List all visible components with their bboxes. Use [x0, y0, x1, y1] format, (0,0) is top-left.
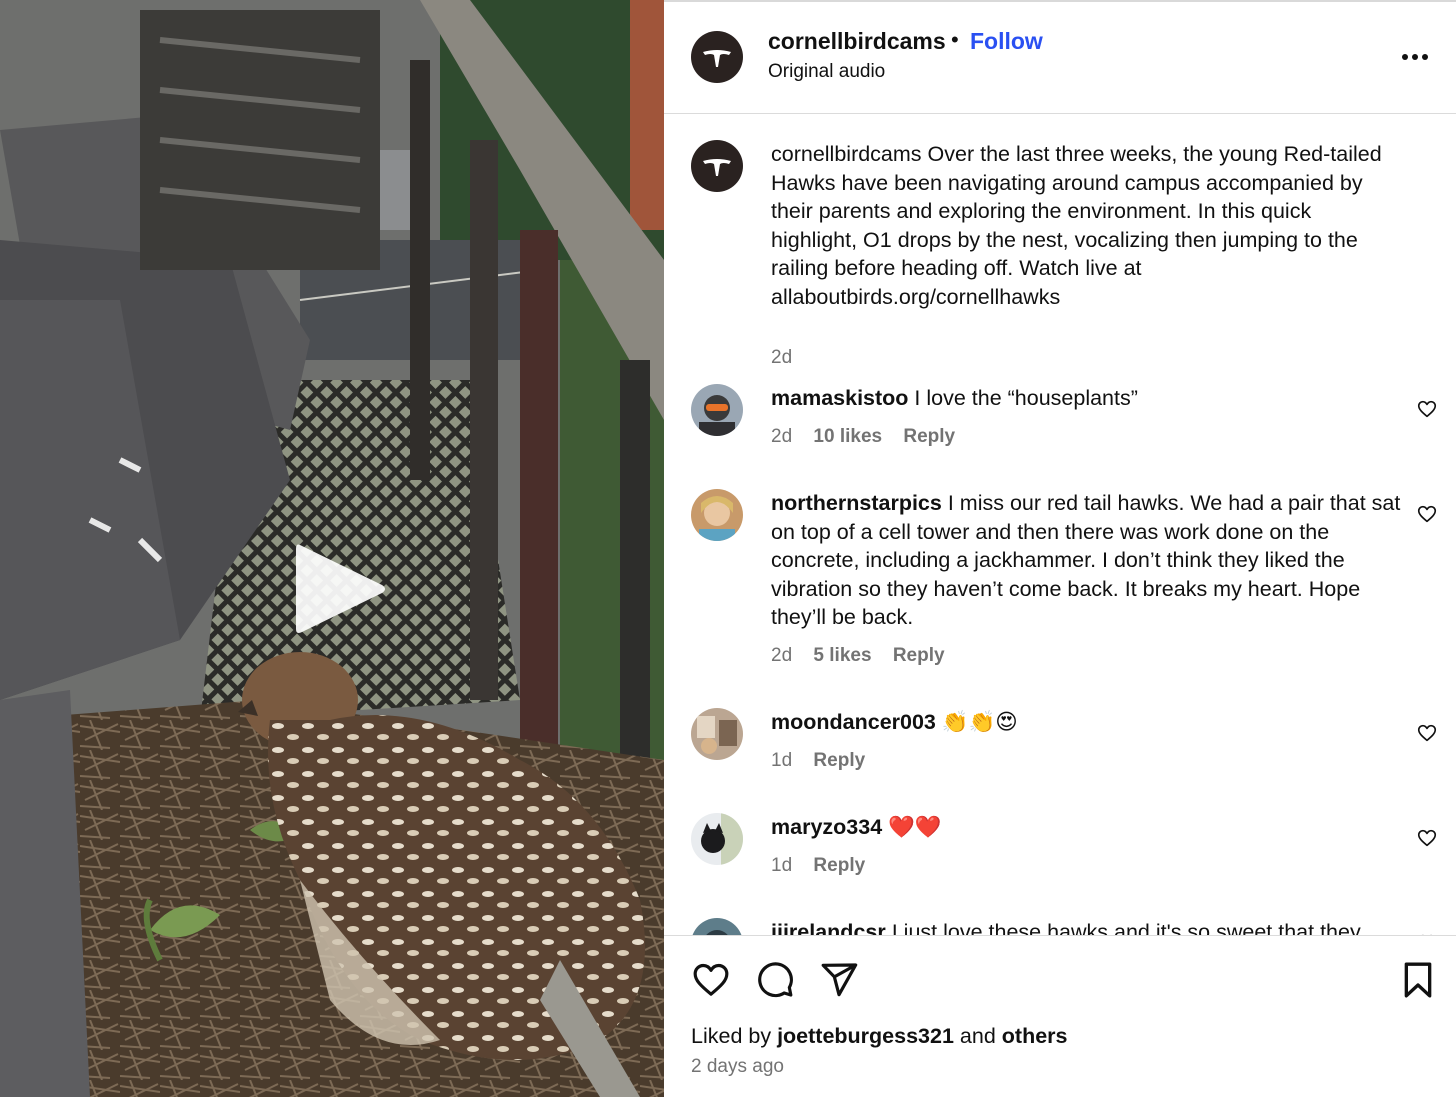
comment-text: moondancer003 👏👏😍	[771, 708, 1403, 737]
comment-body: ❤️❤️	[888, 815, 942, 839]
more-options-icon	[1402, 54, 1408, 60]
avatar[interactable]	[691, 708, 743, 760]
heart-icon[interactable]	[691, 960, 731, 1000]
comment-text: jjirelandcsr I just love these hawks and…	[771, 918, 1403, 935]
comment-time: 2d	[771, 645, 793, 666]
comment-body: 👏👏😍	[941, 710, 1018, 734]
liked-by-and: and	[959, 1024, 996, 1048]
reply-button[interactable]: Reply	[813, 750, 865, 771]
comment-time: 1d	[771, 750, 793, 771]
comment-meta: 2d 5 likes Reply	[771, 645, 961, 667]
caption-body: Over the last three weeks, the young Red…	[771, 142, 1382, 309]
heart-icon[interactable]	[1416, 503, 1438, 525]
reply-button[interactable]: Reply	[813, 855, 865, 876]
post-header: cornellbirdcams • Follow Original audio	[664, 0, 1456, 114]
comment-likes[interactable]: 10 likes	[813, 426, 882, 447]
post-timestamp[interactable]: 2 days ago	[691, 1056, 784, 1078]
avatar[interactable]	[691, 918, 743, 935]
comment-text: northernstarpics I miss our red tail haw…	[771, 489, 1403, 632]
comment-text: mamaskistoo I love the “houseplants”	[771, 384, 1403, 413]
caption-meta: 2d	[771, 347, 808, 369]
caption-text: cornellbirdcams Over the last three week…	[771, 140, 1403, 312]
comment-likes[interactable]: 5 likes	[813, 645, 871, 666]
play-icon	[296, 544, 385, 633]
caption-time: 2d	[771, 347, 793, 368]
comment-icon[interactable]	[755, 960, 795, 1000]
comment-username[interactable]: jjirelandcsr	[771, 920, 886, 935]
comment-text: maryzo334 ❤️❤️	[771, 813, 1403, 842]
liked-by-user[interactable]: joetteburgess321	[777, 1024, 954, 1048]
more-options-icon	[1412, 54, 1418, 60]
avatar[interactable]	[691, 489, 743, 541]
comment-meta: 1d Reply	[771, 855, 881, 877]
comment-body: I love the “houseplants”	[914, 386, 1138, 410]
more-options-icon	[1422, 54, 1428, 60]
comment-username[interactable]: mamaskistoo	[771, 386, 908, 410]
cornell-lab-logo-icon	[703, 50, 731, 67]
comment-username[interactable]: maryzo334	[771, 815, 882, 839]
heart-icon[interactable]	[1416, 827, 1438, 849]
comment-username[interactable]: northernstarpics	[771, 491, 942, 515]
follow-button[interactable]: Follow	[970, 28, 1043, 55]
audio-label[interactable]: Original audio	[768, 61, 885, 83]
liked-by-prefix: Liked by	[691, 1024, 772, 1048]
avatar-image	[691, 813, 743, 865]
heart-icon[interactable]	[1416, 398, 1438, 420]
avatar-image	[691, 708, 743, 760]
post-panel: cornellbirdcams • Follow Original audio …	[664, 0, 1456, 1097]
bookmark-icon[interactable]	[1398, 960, 1438, 1000]
comment-time: 2d	[771, 426, 793, 447]
comment-meta: 1d Reply	[771, 750, 881, 772]
avatar[interactable]	[691, 384, 743, 436]
comment-username[interactable]: moondancer003	[771, 710, 936, 734]
caption-avatar[interactable]	[691, 140, 743, 192]
send-icon[interactable]	[819, 960, 859, 1000]
caption-username[interactable]: cornellbirdcams	[771, 142, 922, 166]
liked-by-text: Liked by joetteburgess321 and others	[691, 1024, 1068, 1049]
post-actions: Liked by joetteburgess321 and others 2 d…	[664, 935, 1456, 1097]
account-avatar[interactable]	[691, 31, 743, 83]
more-options-button[interactable]	[1398, 44, 1432, 68]
comment-body: I just love these hawks and it's so swee…	[891, 920, 1361, 935]
header-username[interactable]: cornellbirdcams	[768, 28, 946, 55]
video-player[interactable]	[0, 0, 664, 1097]
avatar[interactable]	[691, 813, 743, 865]
comments-list[interactable]: cornellbirdcams Over the last three week…	[664, 115, 1456, 935]
comment-time: 1d	[771, 855, 793, 876]
heart-icon[interactable]	[1416, 722, 1438, 744]
liked-by-others[interactable]: others	[1002, 1024, 1068, 1048]
avatar-image	[691, 918, 743, 935]
avatar-image	[691, 384, 743, 436]
play-button[interactable]	[280, 533, 392, 645]
cornell-lab-logo-icon	[703, 159, 731, 176]
comment-meta: 2d 10 likes Reply	[771, 426, 971, 448]
separator-dot: •	[951, 27, 959, 52]
reply-button[interactable]: Reply	[903, 426, 955, 447]
reply-button[interactable]: Reply	[893, 645, 945, 666]
avatar-image	[691, 489, 743, 541]
